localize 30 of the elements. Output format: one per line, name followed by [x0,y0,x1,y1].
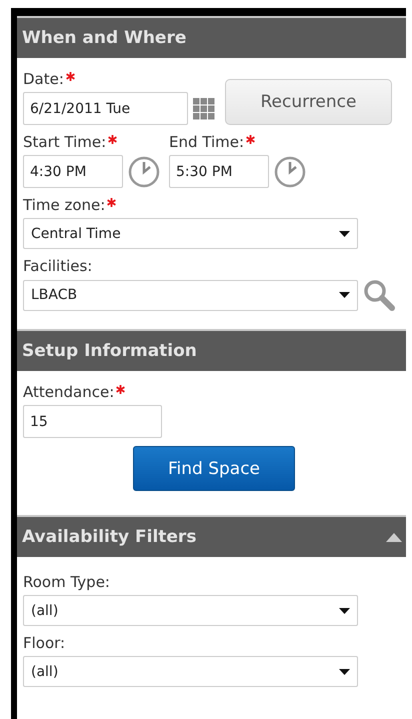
time-field[interactable]: 4:30 PM [23,155,123,188]
field-label: End Time: [169,133,244,152]
section-title: When and Where [22,28,186,48]
section-title: Setup Information [22,341,197,361]
time-field[interactable]: 5:30 PM [169,155,269,188]
field-label: Time zone: [23,196,106,215]
search-icon[interactable] [363,279,395,311]
recurrence-button[interactable]: Recurrence [225,79,392,125]
field-label: Attendance: [23,383,114,402]
dropdown[interactable]: Central Time [23,218,358,249]
input-field[interactable]: 15 [23,405,162,438]
dropdown[interactable]: (all) [23,656,358,687]
field-label: Date: [23,70,64,89]
dropdown[interactable]: (all) [23,595,358,626]
field-label: Room Type: [23,573,110,592]
caret-icon [339,608,350,614]
calendar-icon[interactable] [193,98,215,120]
section-title: Availability Filters [22,527,196,547]
dropdown[interactable]: LBACB [23,280,358,310]
field-label: Facilities: [23,257,92,276]
find-space-button[interactable]: Find Space [133,446,295,491]
caret-icon [339,230,350,236]
clock-icon[interactable] [274,156,306,188]
clock-icon[interactable] [128,156,160,188]
caret-icon [339,292,350,298]
field-label: Floor: [23,634,66,653]
collapse-icon[interactable] [386,532,402,542]
field-label: Start Time: [23,133,106,152]
caret-icon [339,668,350,674]
date-field[interactable]: 6/21/2011 Tue [23,92,188,125]
